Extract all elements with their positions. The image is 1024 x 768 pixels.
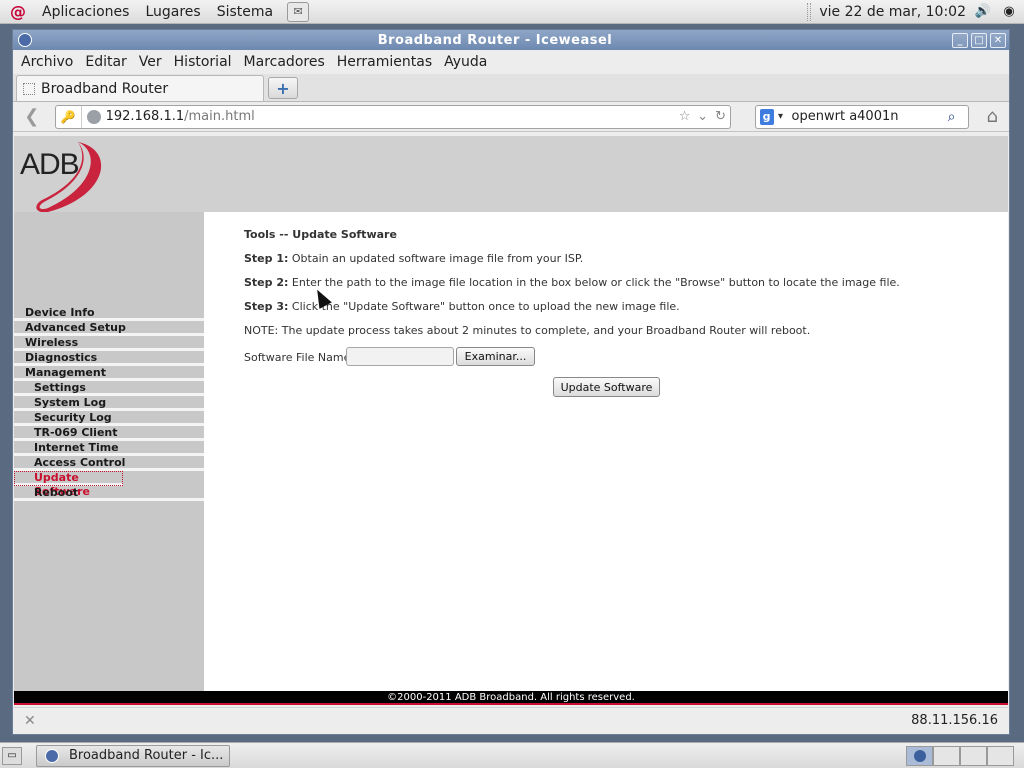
search-icon[interactable]: ⌕ [942,109,962,125]
step2-line: Step 2: Enter the path to the image file… [244,276,900,289]
taskbar-iceweasel-icon [45,748,59,763]
nav-system-log[interactable]: System Log [14,396,204,411]
bottom-panel: ▭ Broadband Router - Ic... [0,742,1024,768]
taskbar-item-label: Broadband Router - Ic... [69,748,224,763]
page-footer: ©2000-2011 ADB Broadband. All rights res… [14,691,1008,705]
identity-icon[interactable]: 🔑 [56,105,82,128]
nav-tr069-client[interactable]: TR-069 Client [14,426,204,441]
menu-marcadores[interactable]: Marcadores [238,54,331,70]
status-ip: 88.11.156.16 [911,713,998,728]
browser-window: Broadband Router - Iceweasel _ □ ✕ Archi… [12,29,1010,735]
home-button[interactable]: ⌂ [979,105,1005,129]
software-file-input[interactable] [346,347,454,366]
reload-icon[interactable]: ↻ [712,108,730,126]
workspace-3[interactable] [960,745,987,766]
page-favicon-icon [23,82,35,95]
step1-line: Step 1: Obtain an updated software image… [244,252,583,265]
nav-update-software[interactable]: Update Software [14,471,123,498]
step2-label: Step 2: [244,276,289,289]
url-host: 192.168.1.1 [105,109,185,124]
bookmark-star-icon[interactable]: ☆ [676,108,694,126]
step1-label: Step 1: [244,252,289,265]
url-dropdown-icon[interactable]: ⌄ [694,108,712,126]
navigation-toolbar: ❮ 🔑 192.168.1.1/main.html ☆ ⌄ ↻ g ▾ ⌕ ⌂ [13,102,1009,132]
panel-menu-system[interactable]: Sistema [209,4,281,20]
menu-editar[interactable]: Editar [79,54,132,70]
nav-device-info[interactable]: Device Info [14,306,204,321]
nav-access-control[interactable]: Access Control [14,456,204,471]
debian-logo-icon[interactable]: @ [8,2,28,22]
browse-button[interactable]: Examinar... [456,347,535,366]
mail-icon[interactable]: ✉ [287,1,310,22]
sidebar-nav: Device Info Advanced Setup Wireless Diag… [14,306,204,501]
volume-icon[interactable]: 🔊 [974,3,992,21]
menu-ver[interactable]: Ver [133,54,168,70]
network-icon[interactable]: ◉ [1000,3,1018,21]
url-text[interactable]: 192.168.1.1/main.html [106,109,676,124]
top-panel: @ Aplicaciones Lugares Sistema ✉ vie 22 … [0,0,1024,24]
menu-historial[interactable]: Historial [168,54,238,70]
nav-diagnostics[interactable]: Diagnostics [14,351,204,366]
back-button[interactable]: ❮ [17,105,47,129]
search-bar[interactable]: g ▾ ⌕ [754,104,970,129]
step3-label: Step 3: [244,300,289,313]
iceweasel-icon[interactable] [18,33,32,47]
workspace-2[interactable] [933,745,960,766]
new-tab-button[interactable]: + [268,77,298,99]
adb-logo: ADB [20,142,102,212]
close-button[interactable]: ✕ [990,32,1006,48]
globe-icon [86,109,101,124]
menu-ayuda[interactable]: Ayuda [438,54,493,70]
tab-broadband-router[interactable]: Broadband Router [16,75,264,101]
google-engine-icon[interactable]: g [759,108,774,125]
menu-herramientas[interactable]: Herramientas [331,54,438,70]
step2-text: Enter the path to the image file locatio… [288,276,900,289]
status-bar: ✕ 88.11.156.16 [14,707,1008,733]
taskbar-item-browser[interactable]: Broadband Router - Ic... [36,744,230,767]
show-desktop-icon[interactable]: ▭ [2,746,22,765]
workspace-switcher [906,745,1014,766]
update-software-button[interactable]: Update Software [553,377,660,397]
tab-label: Broadband Router [41,80,169,97]
menu-archivo[interactable]: Archivo [15,54,79,70]
clock[interactable]: vie 22 de mar, 10:02 [819,4,966,20]
workspace-4[interactable] [987,745,1014,766]
adb-logo-text: ADB [20,148,79,181]
window-titlebar[interactable]: Broadband Router - Iceweasel _ □ ✕ [13,30,1009,50]
panel-menu-applications[interactable]: Aplicaciones [34,4,137,20]
search-input[interactable] [791,109,942,124]
step3-text: Click the "Update Software" button once … [288,300,680,313]
menubar: Archivo Editar Ver Historial Marcadores … [13,50,1009,74]
close-addon-bar-icon[interactable]: ✕ [24,713,36,729]
url-path: /main.html [184,109,255,124]
page-title: Tools -- Update Software [244,228,397,241]
nav-management[interactable]: Management [14,366,204,381]
panel-grip [807,2,812,21]
panel-menu-places[interactable]: Lugares [137,4,208,20]
nav-internet-time[interactable]: Internet Time [14,441,204,456]
nav-settings[interactable]: Settings [14,381,204,396]
workspace-1[interactable] [906,745,933,766]
url-bar[interactable]: 🔑 192.168.1.1/main.html ☆ ⌄ ↻ [54,104,731,129]
update-note: NOTE: The update process takes about 2 m… [244,324,811,337]
nav-security-log[interactable]: Security Log [14,411,204,426]
nav-advanced-setup[interactable]: Advanced Setup [14,321,204,336]
page-content: ADB Device Info Advanced Setup Wireless … [14,136,1008,705]
maximize-button[interactable]: □ [971,32,987,48]
main-panel: Tools -- Update Software Step 1: Obtain … [204,212,1008,691]
step3-line: Step 3: Click the "Update Software" butt… [244,300,680,313]
step1-text: Obtain an updated software image file fr… [288,252,584,265]
window-title: Broadband Router - Iceweasel [377,32,613,48]
tab-bar: Broadband Router + [13,74,1009,102]
nav-reboot[interactable]: Reboot [14,486,204,501]
nav-wireless[interactable]: Wireless [14,336,204,351]
engine-dropdown-icon[interactable]: ▾ [774,111,788,122]
minimize-button[interactable]: _ [952,32,968,48]
software-file-name-label: Software File Name: [244,351,355,364]
